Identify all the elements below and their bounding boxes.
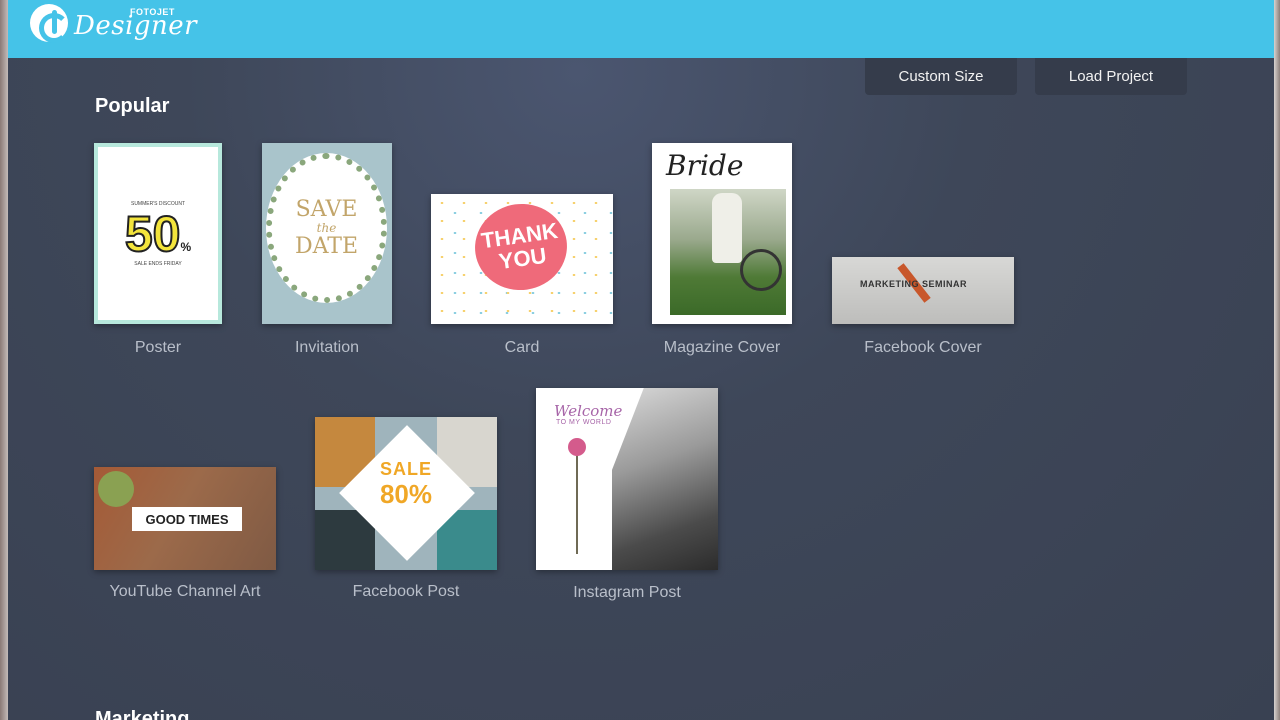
template-facebook-post[interactable]: SALE 80% Facebook Post: [315, 417, 497, 607]
template-poster[interactable]: SUMMER'S DISCOUNT 50% SALE ENDS FRIDAY P…: [94, 143, 222, 363]
invitation-thumbnail[interactable]: SAVE the DATE: [262, 143, 392, 324]
template-instagram-post[interactable]: Welcome TO MY WORLD Instagram Post: [536, 388, 718, 608]
instagram-sub: TO MY WORLD: [556, 419, 612, 426]
custom-size-button[interactable]: Custom Size: [865, 58, 1017, 95]
invitation-the: the: [316, 221, 337, 235]
coffee-cup-image: [98, 471, 134, 507]
portrait-photo: [612, 388, 718, 570]
top-bar: FOTOJET Designer: [8, 0, 1274, 58]
app-window: FOTOJET Designer Custom Size Load Projec…: [8, 0, 1274, 720]
template-facebook-cover[interactable]: MARKETING SEMINAR Facebook Cover: [832, 257, 1014, 367]
youtube-thumbnail[interactable]: GOOD TIMES: [94, 467, 276, 570]
magazine-thumbnail[interactable]: Bride: [652, 143, 792, 324]
app-logo[interactable]: FOTOJET Designer: [30, 0, 197, 46]
flower-icon: [568, 438, 586, 456]
youtube-channel-art-label[interactable]: YouTube Channel Art: [84, 583, 286, 601]
template-magazine-cover[interactable]: Bride Magazine Cover: [652, 143, 792, 363]
poster-line2: SALE ENDS FRIDAY: [134, 260, 182, 267]
magazine-cover-label[interactable]: Magazine Cover: [642, 339, 802, 357]
facebook-post-pct: 80%: [379, 479, 433, 509]
poster-big: 50: [124, 205, 182, 262]
card-label[interactable]: Card: [431, 339, 613, 357]
invitation-save: SAVE: [295, 196, 358, 222]
facebook-cover-thumbnail[interactable]: MARKETING SEMINAR: [832, 257, 1014, 324]
invitation-label[interactable]: Invitation: [262, 339, 392, 357]
facebook-cover-label[interactable]: Facebook Cover: [832, 339, 1014, 357]
facebook-post-sale: SALE: [379, 459, 432, 479]
flower-stem: [576, 454, 578, 554]
magazine-photo: [670, 189, 786, 315]
instagram-post-thumbnail[interactable]: Welcome TO MY WORLD: [536, 388, 718, 570]
poster-thumbnail[interactable]: SUMMER'S DISCOUNT 50% SALE ENDS FRIDAY: [94, 143, 222, 324]
section-title-marketing: Marketing: [95, 708, 190, 720]
logo-icon: [30, 4, 69, 43]
instagram-welcome: Welcome: [554, 402, 623, 420]
facebook-cover-text: MARKETING SEMINAR: [860, 279, 967, 289]
logo-brand: FOTOJET: [130, 7, 175, 17]
youtube-banner-text: GOOD TIMES: [132, 507, 242, 531]
facebook-post-thumbnail[interactable]: SALE 80%: [315, 417, 497, 570]
magazine-title: Bride: [666, 149, 744, 182]
poster-pct: %: [180, 239, 192, 254]
load-project-button[interactable]: Load Project: [1035, 58, 1187, 95]
window-edge-right: [1274, 0, 1280, 720]
card-thumbnail[interactable]: THANK YOU: [431, 194, 613, 324]
dress-figure: [712, 193, 742, 263]
floral-wreath: SAVE the DATE: [266, 153, 387, 303]
poster-label[interactable]: Poster: [94, 339, 222, 357]
template-card[interactable]: THANK YOU Card: [431, 194, 613, 364]
logo-text: FOTOJET Designer: [74, 5, 197, 41]
invitation-date: DATE: [294, 234, 359, 259]
template-invitation[interactable]: SAVE the DATE Invitation: [262, 143, 392, 363]
facebook-post-label[interactable]: Facebook Post: [315, 583, 497, 601]
instagram-post-label[interactable]: Instagram Post: [536, 584, 718, 602]
template-youtube-channel-art[interactable]: GOOD TIMES YouTube Channel Art: [94, 467, 276, 607]
bicycle-wheel: [740, 249, 782, 291]
section-title-popular: Popular: [95, 95, 170, 117]
window-edge-left: [0, 0, 8, 720]
